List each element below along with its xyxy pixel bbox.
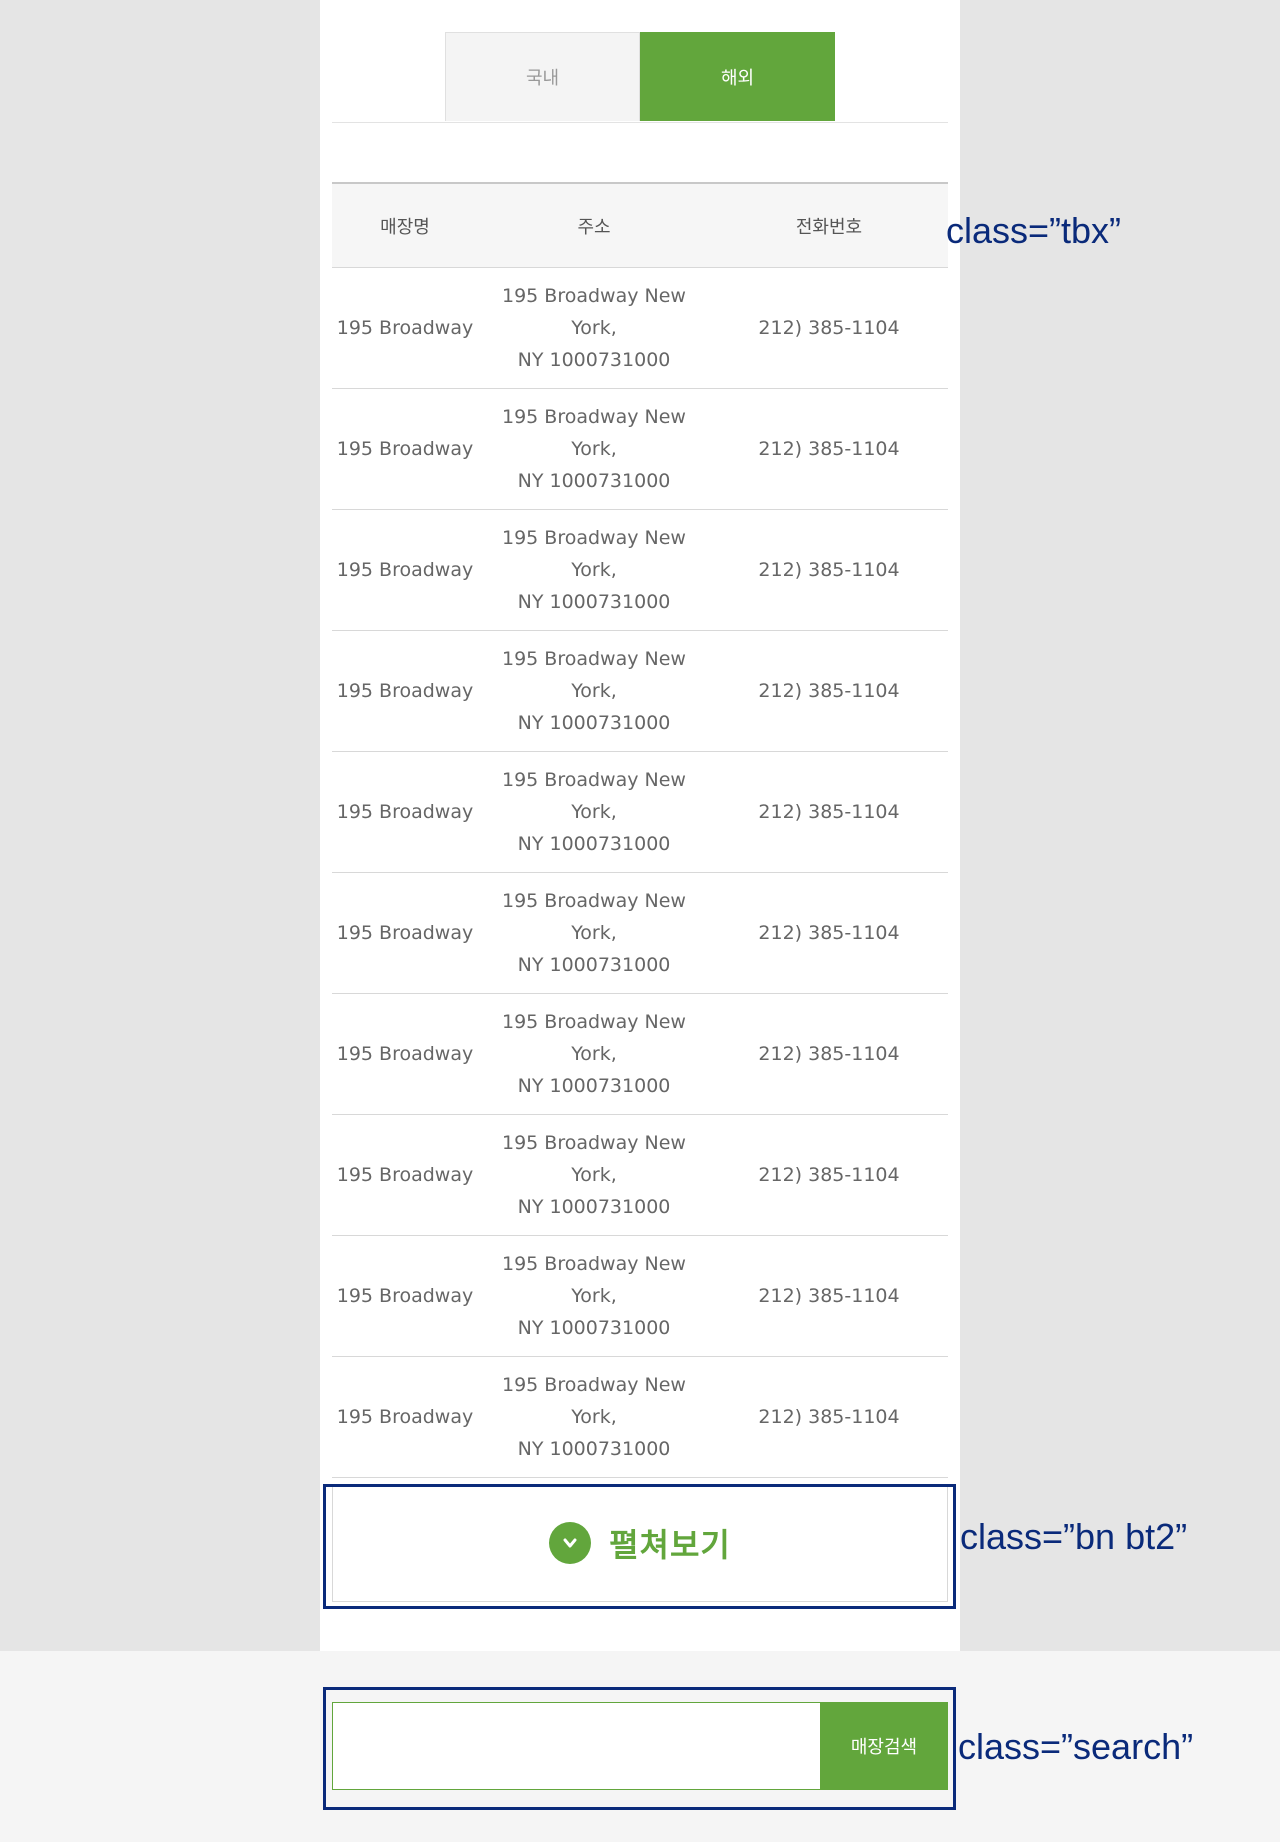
table-row: 195 Broadway 195 Broadway New York, NY 100… (332, 1235, 948, 1357)
address-line-2: NY 1000731000 (517, 1075, 671, 1097)
table-row: 195 Broadway 195 Broadway New York, NY 100… (332, 388, 948, 510)
address-cell: 195 Broadway New York, NY 1000731000 (478, 630, 710, 752)
annotation-box-search (323, 1687, 956, 1810)
store-name-cell: 195 Broadway (332, 1356, 478, 1478)
address-line-2: NY 1000731000 (517, 470, 671, 492)
table-row: 195 Broadway 195 Broadway New York, NY 100… (332, 1114, 948, 1236)
table-row: 195 Broadway 195 Broadway New York, NY 100… (332, 1356, 948, 1478)
annotation-box-bn (323, 1484, 956, 1609)
phone-cell: 212) 385-1104 (710, 993, 948, 1115)
store-name-cell: 195 Broadway (332, 1235, 478, 1357)
address-line-2: NY 1000731000 (517, 1438, 671, 1460)
address-line-1: 195 Broadway New York, (502, 527, 686, 581)
phone-cell: 212) 385-1104 (710, 630, 948, 752)
store-name-cell: 195 Broadway (332, 993, 478, 1115)
address-line-2: NY 1000731000 (517, 833, 671, 855)
address-cell: 195 Broadway New York, NY 1000731000 (478, 1235, 710, 1357)
table-body: 195 Broadway 195 Broadway New York, NY 100… (332, 267, 948, 1478)
table-row: 195 Broadway 195 Broadway New York, NY 100… (332, 751, 948, 873)
address-cell: 195 Broadway New York, NY 1000731000 (478, 993, 710, 1115)
address-line-1: 195 Broadway New York, (502, 890, 686, 944)
store-name-cell: 195 Broadway (332, 751, 478, 873)
address-line-2: NY 1000731000 (517, 954, 671, 976)
address-line-2: NY 1000731000 (517, 1317, 671, 1339)
annotation-label-tbx: class=”tbx” (946, 210, 1122, 251)
phone-cell: 212) 385-1104 (710, 267, 948, 389)
address-line-1: 195 Broadway New York, (502, 769, 686, 823)
address-line-1: 195 Broadway New York, (502, 648, 686, 702)
annotation-label-bn: class=”bn bt2” (960, 1516, 1188, 1557)
table-header-row: 매장명 주소 전화번호 (332, 183, 948, 268)
store-name-cell: 195 Broadway (332, 630, 478, 752)
address-line-2: NY 1000731000 (517, 349, 671, 371)
address-cell: 195 Broadway New York, NY 1000731000 (478, 1114, 710, 1236)
phone-cell: 212) 385-1104 (710, 1356, 948, 1478)
store-table: 매장명 주소 전화번호 195 Broadway 195 Broadway New… (332, 182, 948, 1478)
address-cell: 195 Broadway New York, NY 1000731000 (478, 267, 710, 389)
tab-overseas[interactable]: 해외 (640, 32, 835, 121)
address-line-2: NY 1000731000 (517, 591, 671, 613)
table-row: 195 Broadway 195 Broadway New York, NY 100… (332, 993, 948, 1115)
address-line-2: NY 1000731000 (517, 712, 671, 734)
phone-cell: 212) 385-1104 (710, 872, 948, 994)
header-phone: 전화번호 (710, 183, 948, 268)
annotation-label-search: class=”search” (958, 1726, 1194, 1767)
address-line-2: NY 1000731000 (517, 1196, 671, 1218)
address-line-1: 195 Broadway New York, (502, 1011, 686, 1065)
tab-domestic[interactable]: 국내 (445, 32, 640, 121)
table-row: 195 Broadway 195 Broadway New York, NY 100… (332, 509, 948, 631)
store-name-cell: 195 Broadway (332, 267, 478, 389)
header-store-name: 매장명 (332, 183, 478, 268)
address-line-1: 195 Broadway New York, (502, 1253, 686, 1307)
store-name-cell: 195 Broadway (332, 1114, 478, 1236)
table-row: 195 Broadway 195 Broadway New York, NY 100… (332, 630, 948, 752)
address-line-1: 195 Broadway New York, (502, 1374, 686, 1428)
table-row: 195 Broadway 195 Broadway New York, NY 100… (332, 267, 948, 389)
address-line-1: 195 Broadway New York, (502, 1132, 686, 1186)
phone-cell: 212) 385-1104 (710, 509, 948, 631)
phone-cell: 212) 385-1104 (710, 388, 948, 510)
address-cell: 195 Broadway New York, NY 1000731000 (478, 509, 710, 631)
address-cell: 195 Broadway New York, NY 1000731000 (478, 751, 710, 873)
table-row: 195 Broadway 195 Broadway New York, NY 100… (332, 872, 948, 994)
address-line-1: 195 Broadway New York, (502, 406, 686, 460)
address-cell: 195 Broadway New York, NY 1000731000 (478, 388, 710, 510)
phone-cell: 212) 385-1104 (710, 1114, 948, 1236)
address-line-1: 195 Broadway New York, (502, 285, 686, 339)
header-address: 주소 (478, 183, 710, 268)
region-tabs: 국내 해외 (332, 32, 948, 123)
phone-cell: 212) 385-1104 (710, 751, 948, 873)
address-cell: 195 Broadway New York, NY 1000731000 (478, 1356, 710, 1478)
address-cell: 195 Broadway New York, NY 1000731000 (478, 872, 710, 994)
store-name-cell: 195 Broadway (332, 872, 478, 994)
phone-cell: 212) 385-1104 (710, 1235, 948, 1357)
store-name-cell: 195 Broadway (332, 388, 478, 510)
store-name-cell: 195 Broadway (332, 509, 478, 631)
